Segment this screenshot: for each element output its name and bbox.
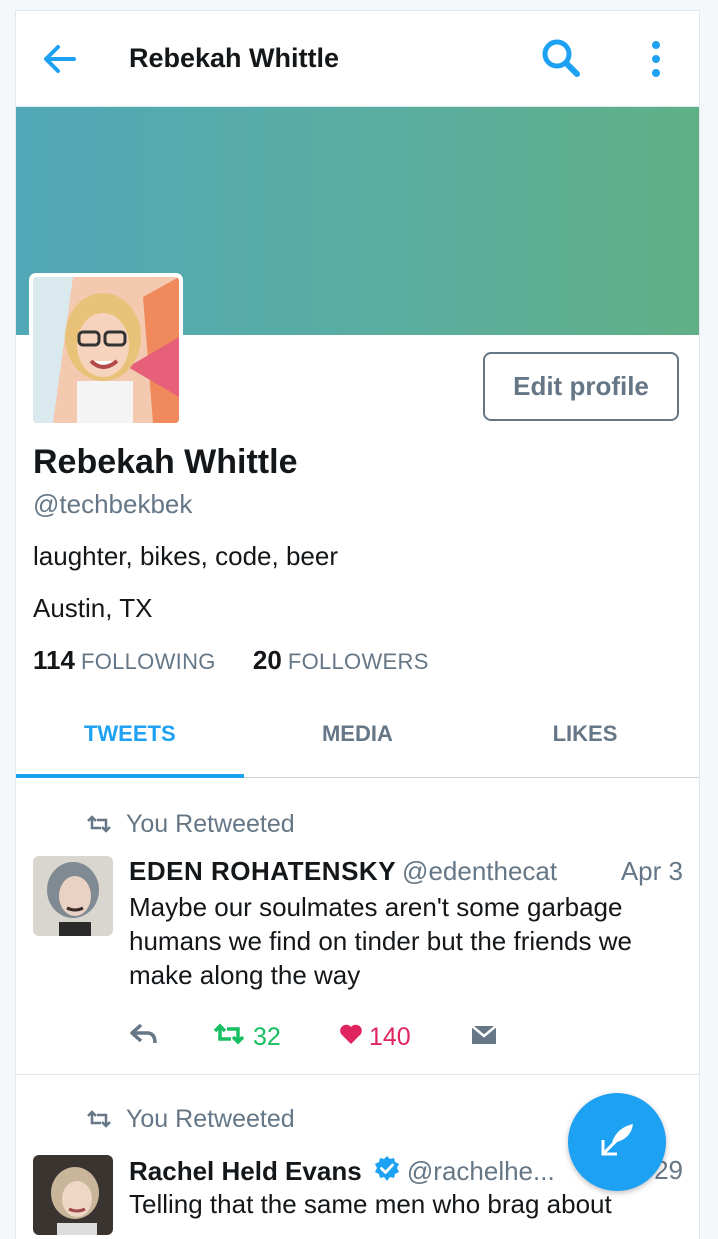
profile-handle: @techbekbek <box>33 489 193 519</box>
tweet-header: Rachel Held Evans @rachelhe... <box>129 1155 555 1190</box>
tweet-header: EDEN ROHATENSKY @edenthecat <box>129 856 557 887</box>
tweet-text: Maybe our soulmates aren't some garbage … <box>129 892 632 990</box>
retweet-count: 32 <box>253 1023 281 1051</box>
retweet-icon <box>213 1023 245 1052</box>
tweet-author-handle[interactable]: @edenthecat <box>402 856 557 886</box>
verified-badge-icon <box>373 1155 401 1190</box>
like-count: 140 <box>369 1023 411 1051</box>
followers-stat[interactable]: 20 FOLLOWERS <box>253 645 429 676</box>
envelope-icon <box>471 1023 497 1052</box>
followers-count: 20 <box>252 645 282 675</box>
followers-label: FOLLOWERS <box>287 649 429 674</box>
tweet-author-name[interactable]: EDEN ROHATENSKY <box>129 856 396 886</box>
tweet-item[interactable]: You Retweeted EDEN ROHATENSKY @edenthecat… <box>16 778 699 1075</box>
following-count: 114 <box>33 645 75 675</box>
tab-media[interactable]: MEDIA <box>244 701 472 777</box>
more-options-icon[interactable] <box>644 39 668 79</box>
retweet-context-text: You Retweeted <box>126 810 295 838</box>
following-stat[interactable]: 114 FOLLOWING <box>33 645 216 676</box>
following-label: FOLLOWING <box>80 649 216 674</box>
like-button[interactable]: 140 <box>339 1023 471 1052</box>
compose-tweet-button[interactable] <box>568 1093 666 1191</box>
back-arrow-icon[interactable] <box>42 43 78 75</box>
profile-name: Rebekah Whittle <box>33 443 298 481</box>
profile-avatar[interactable] <box>29 273 183 427</box>
tweet-text: Telling that the same men who brag about <box>129 1189 612 1219</box>
retweet-icon <box>86 811 112 833</box>
search-icon[interactable] <box>540 37 582 79</box>
tweet-author-name[interactable]: Rachel Held Evans <box>129 1156 362 1186</box>
profile-stats: 114 FOLLOWING 20 FOLLOWERS <box>33 645 459 676</box>
reply-icon <box>129 1023 159 1052</box>
retweet-context-text: You Retweeted <box>126 1105 295 1133</box>
tweet-actions: 32 140 <box>129 1023 497 1052</box>
profile-bio: laughter, bikes, code, beer <box>33 541 338 571</box>
direct-message-button[interactable] <box>471 1023 497 1052</box>
retweet-context: You Retweeted <box>86 1105 295 1134</box>
page-title: Rebekah Whittle <box>129 43 340 73</box>
reply-button[interactable] <box>129 1023 213 1052</box>
heart-icon <box>339 1023 363 1052</box>
edit-profile-button[interactable]: Edit profile <box>483 352 679 421</box>
retweet-icon <box>86 1106 112 1128</box>
tab-likes[interactable]: LIKES <box>471 701 699 777</box>
tweet-avatar[interactable] <box>33 1155 113 1235</box>
profile-tabs: TWEETS MEDIA LIKES <box>16 701 699 778</box>
profile-location: Austin, TX <box>33 593 153 623</box>
tweet-date[interactable]: Apr 3 <box>621 856 683 887</box>
avatar-image <box>33 277 179 423</box>
retweet-button[interactable]: 32 <box>213 1023 339 1052</box>
tab-tweets[interactable]: TWEETS <box>16 701 244 778</box>
app-frame: Rebekah Whittle Edit profile Rebekah Whi… <box>15 10 700 1239</box>
tweet-author-handle[interactable]: @rachelhe... <box>407 1156 555 1186</box>
tweet-avatar[interactable] <box>33 856 113 936</box>
retweet-context: You Retweeted <box>86 810 295 839</box>
compose-quill-icon <box>597 1120 637 1165</box>
top-bar: Rebekah Whittle <box>16 11 699 107</box>
